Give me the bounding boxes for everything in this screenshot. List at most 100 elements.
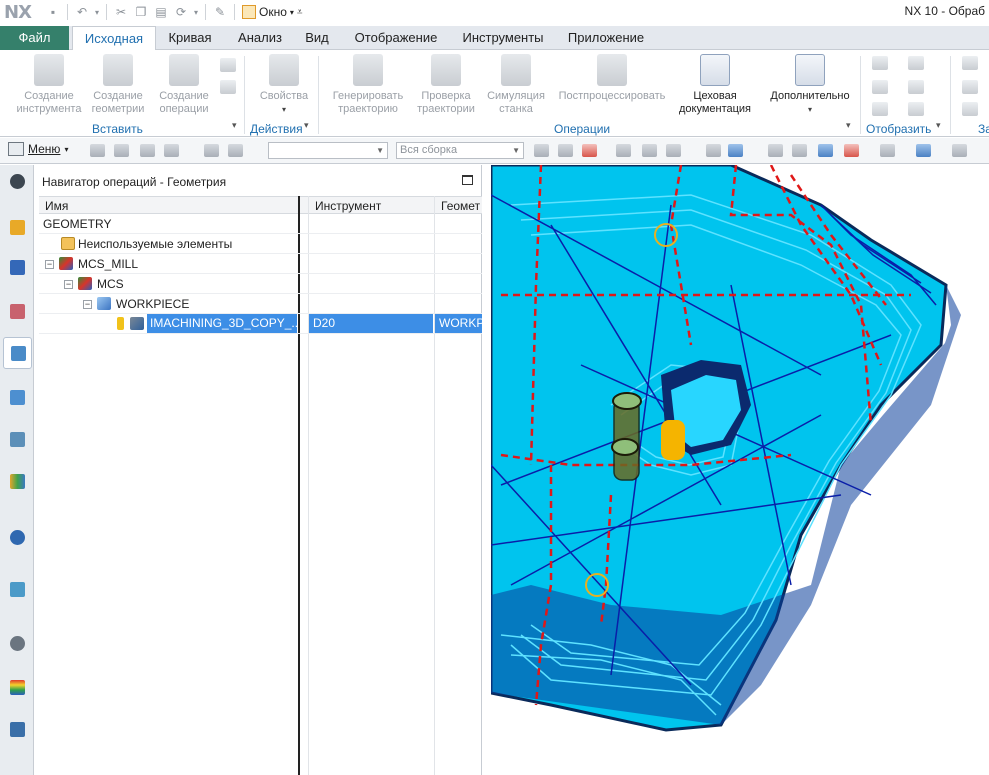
select-filter-icon[interactable] <box>582 144 597 157</box>
group-expand-icon[interactable]: ▾ <box>846 120 851 131</box>
rotate-icon[interactable] <box>818 144 833 157</box>
paste-icon[interactable]: ▤ <box>152 3 170 21</box>
machining-method-view-icon[interactable] <box>164 144 179 157</box>
geometry-view-icon[interactable] <box>140 144 155 157</box>
flag-icon[interactable] <box>962 56 978 70</box>
column-header-name[interactable]: Имя <box>45 199 68 213</box>
display-option-icon[interactable] <box>872 102 888 116</box>
create-operation-button[interactable]: Создание операции <box>154 54 214 116</box>
customize-icon[interactable]: ⩡ <box>297 7 303 18</box>
tab-display[interactable]: Отображение <box>348 26 444 50</box>
palette-icon[interactable] <box>7 677 28 698</box>
method-icon[interactable] <box>220 58 236 72</box>
settings-icon[interactable] <box>7 171 28 192</box>
cut-icon[interactable]: ✂ <box>112 3 130 21</box>
filter-icon[interactable] <box>228 144 243 157</box>
box-select-icon[interactable] <box>666 144 681 157</box>
collapse-icon[interactable]: − <box>45 260 54 269</box>
collapse-icon[interactable]: − <box>64 280 73 289</box>
part-icon[interactable] <box>916 144 931 157</box>
tab-application[interactable]: Приложение <box>562 26 650 50</box>
orient-view-icon[interactable] <box>844 144 859 157</box>
create-tool-button[interactable]: Создание инструмента <box>14 54 84 116</box>
folder-icon <box>61 237 75 250</box>
assembly-scope-select[interactable]: Вся сборка ▼ <box>396 142 524 159</box>
display-option-icon[interactable] <box>908 102 924 116</box>
tree-row-mcs[interactable]: − MCS <box>39 274 482 294</box>
operation-navigator-icon[interactable] <box>3 337 32 369</box>
more-button[interactable]: Дополнительно ▾ <box>764 54 856 116</box>
tree-row-geometry[interactable]: GEOMETRY <box>39 214 482 234</box>
shop-docs-button[interactable]: Цеховая документация <box>674 54 756 116</box>
snap-icon[interactable] <box>534 144 549 157</box>
postprocess-button[interactable]: Постпроцессировать <box>552 54 672 103</box>
constraint-navigator-icon[interactable] <box>7 257 28 278</box>
info-icon[interactable] <box>7 527 28 548</box>
group-expand-icon[interactable]: ▾ <box>232 120 237 131</box>
program-order-view-icon[interactable] <box>90 144 105 157</box>
tool-top <box>612 392 642 410</box>
display-option-icon[interactable] <box>872 56 888 70</box>
feature-navigator-icon[interactable] <box>7 429 28 450</box>
tab-analysis[interactable]: Анализ <box>232 26 288 50</box>
chevron-down-icon[interactable]: ▾ <box>192 3 200 21</box>
find-icon[interactable] <box>204 144 219 157</box>
menu-button[interactable]: Меню ▾ <box>8 142 68 156</box>
group-expand-icon[interactable]: ▾ <box>304 120 309 131</box>
display-option-icon[interactable] <box>872 80 888 94</box>
touch-mode-icon[interactable]: ✎ <box>211 3 229 21</box>
column-header-tool[interactable]: Инструмент <box>315 199 381 213</box>
tab-home[interactable]: Исходная <box>72 26 156 51</box>
column-header-geometry[interactable]: Геомет <box>441 199 480 213</box>
select-icon[interactable] <box>642 144 657 157</box>
program-icon[interactable] <box>220 80 236 94</box>
tree-row-operation[interactable]: IMACHINING_3D_COPY_... D20 WORKP <box>39 314 482 334</box>
repeat-command-icon[interactable]: ⟳ <box>172 3 190 21</box>
render-style-icon[interactable] <box>880 144 895 157</box>
tab-curve[interactable]: Кривая <box>164 26 216 50</box>
simulate-machine-label: Симуляция станка <box>487 90 545 115</box>
machine-navigator-icon[interactable] <box>7 387 28 408</box>
generate-path-button[interactable]: Генерировать траекторию <box>328 54 408 116</box>
layer-icon[interactable] <box>952 144 967 157</box>
type-filter-select[interactable]: ▼ <box>268 142 388 159</box>
reuse-library-icon[interactable] <box>7 471 28 492</box>
tree-row-mcs-mill[interactable]: − MCS_MILL <box>39 254 482 274</box>
undo-icon[interactable]: ↶ <box>73 3 91 21</box>
create-geometry-button[interactable]: Создание геометрии <box>88 54 148 116</box>
flag-icon[interactable] <box>962 80 978 94</box>
save-icon[interactable]: ▪ <box>44 3 62 21</box>
copy-icon[interactable]: ❐ <box>132 3 150 21</box>
move-icon[interactable] <box>616 144 631 157</box>
graphics-window[interactable] <box>491 165 989 775</box>
maximize-icon[interactable] <box>462 175 473 185</box>
zoom-icon[interactable] <box>792 144 807 157</box>
history-icon[interactable] <box>7 633 28 654</box>
part-navigator-icon[interactable] <box>7 301 28 322</box>
snap-icon[interactable] <box>558 144 573 157</box>
chevron-down-icon[interactable]: ▾ <box>93 3 101 21</box>
flag-icon[interactable] <box>962 102 978 116</box>
verify-path-button[interactable]: Проверка траектории <box>414 54 478 116</box>
collapse-icon[interactable]: − <box>83 300 92 309</box>
display-option-icon[interactable] <box>908 80 924 94</box>
assembly-scope-value: Вся сборка <box>400 144 458 156</box>
tab-view[interactable]: Вид <box>302 26 332 50</box>
shade-icon[interactable] <box>706 144 721 157</box>
window-menu[interactable]: Окно ▾ ⩡ <box>242 5 303 19</box>
tab-tools[interactable]: Инструменты <box>458 26 548 50</box>
group-expand-icon[interactable]: ▾ <box>936 120 941 131</box>
web-browser-icon[interactable] <box>7 579 28 600</box>
tab-file[interactable]: Файл <box>0 26 69 50</box>
shaded-view-icon[interactable] <box>728 144 743 157</box>
row-geometry: WORKP <box>435 314 482 333</box>
process-studio-icon[interactable] <box>7 719 28 740</box>
fit-view-icon[interactable] <box>768 144 783 157</box>
assembly-navigator-icon[interactable] <box>7 217 28 238</box>
simulate-machine-button[interactable]: Симуляция станка <box>484 54 548 116</box>
properties-button[interactable]: Свойства ▾ <box>252 54 316 116</box>
tree-row-unused[interactable]: Неиспользуемые элементы <box>39 234 482 254</box>
machine-tool-view-icon[interactable] <box>114 144 129 157</box>
display-option-icon[interactable] <box>908 56 924 70</box>
tree-row-workpiece[interactable]: − WORKPIECE <box>39 294 482 314</box>
